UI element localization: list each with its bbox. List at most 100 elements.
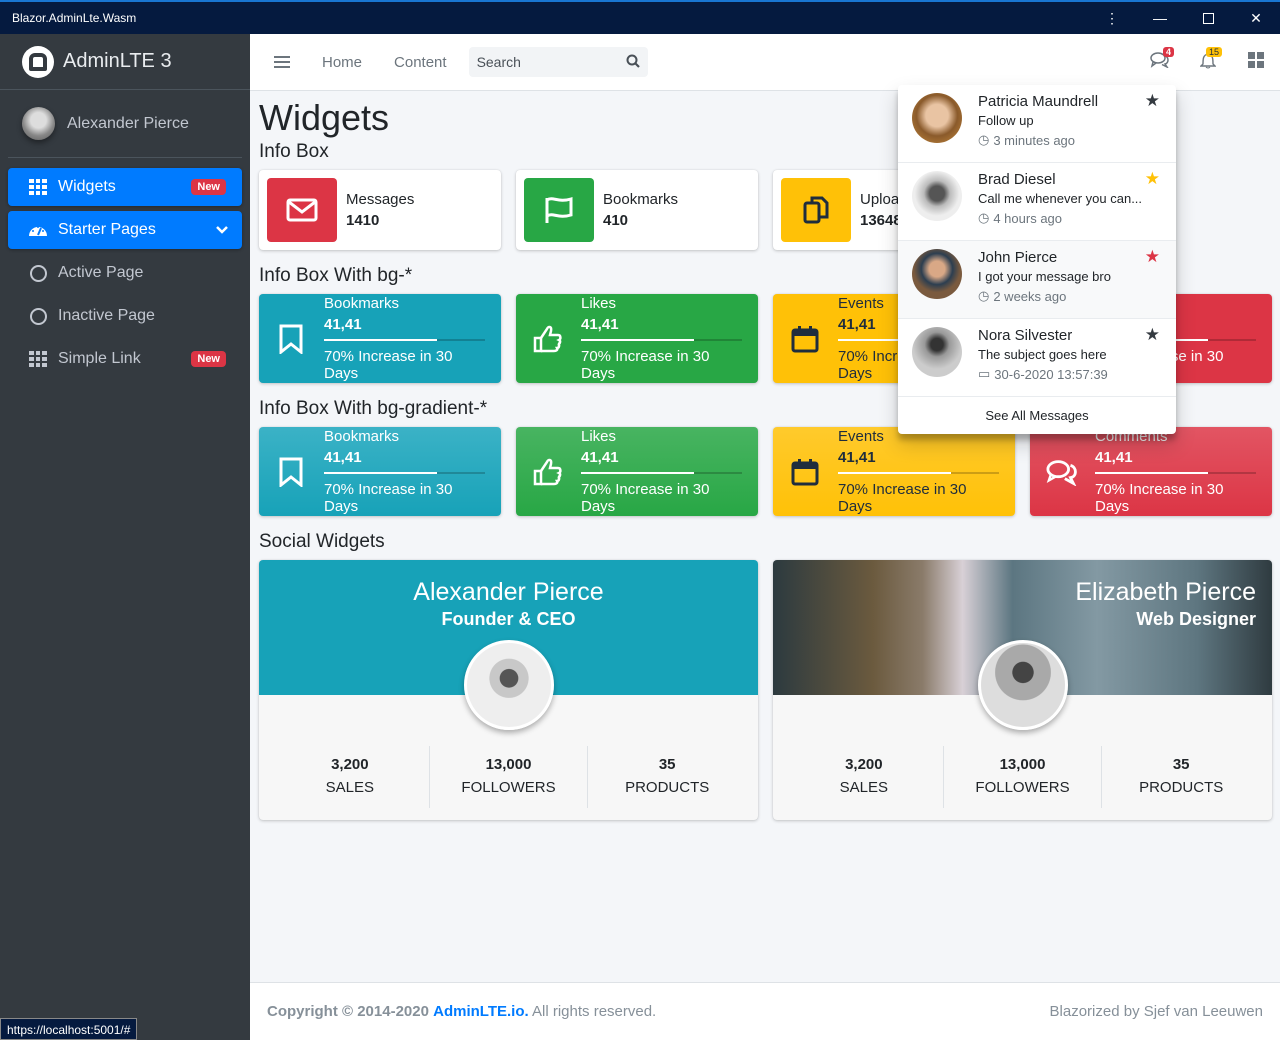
progress-description: 70% Increase in 30 Days — [581, 348, 710, 382]
comments-icon — [1046, 458, 1078, 486]
progress-bar — [324, 339, 485, 341]
progress-bar — [838, 472, 999, 474]
user-panel[interactable]: Alexander Pierce — [8, 90, 242, 158]
progress-bar — [581, 472, 742, 474]
top-navbar: Home Content Search 4 15 — [250, 34, 1280, 91]
progress-description: 70% Increase in 30 Days — [1095, 481, 1224, 515]
sidebar-item-label: Inactive Page — [58, 307, 155, 324]
brand-text: AdminLTE 3 — [63, 50, 172, 72]
chevron-down-icon — [216, 223, 228, 237]
info-box-messages: Messages 1410 — [259, 170, 501, 250]
circle-icon — [28, 307, 48, 325]
star-icon: ★ — [1144, 91, 1160, 110]
message-item[interactable]: Nora Silvester The subject goes here ▭ 30… — [898, 319, 1176, 397]
see-all-messages-link[interactable]: See All Messages — [898, 397, 1176, 434]
stat-sales: 3,200 SALES — [271, 746, 430, 808]
stat-label: PRODUCTS — [1139, 779, 1224, 796]
progress-bar — [1095, 472, 1256, 474]
message-avatar — [912, 327, 962, 377]
widget-user-name: Alexander Pierce — [413, 578, 604, 606]
message-item[interactable]: Brad Diesel Call me whenever you can... … — [898, 163, 1176, 241]
calendar-icon — [789, 458, 821, 486]
nav-link-home[interactable]: Home — [322, 54, 362, 71]
bg-box-likes: Likes 41,41 70% Increase in 30 Days — [516, 294, 758, 383]
sidebar-item-inactive-page[interactable]: Inactive Page — [8, 297, 242, 335]
stat-value: 35 — [1172, 756, 1190, 773]
progress-description: 70% Increase in 30 Days — [838, 481, 967, 515]
gradient-box-likes: Likes 41,41 70% Increase in 30 Days — [516, 427, 758, 516]
message-time: ◷ 4 hours ago — [978, 210, 1063, 226]
sidebar-item-widgets[interactable]: Widgets New — [8, 168, 242, 206]
minimize-icon: — — [1153, 10, 1167, 26]
search-icon[interactable] — [626, 54, 640, 71]
adminlte-link[interactable]: AdminLTE.io. — [433, 1003, 529, 1020]
search-input[interactable]: Search — [468, 47, 648, 77]
clock-icon: ◷ — [978, 210, 990, 225]
section-title-social: Social Widgets — [259, 531, 385, 552]
social-widget-alexander: Alexander Pierce Founder & CEO 3,200 SALE… — [259, 560, 758, 820]
clock-icon: ◷ — [978, 288, 990, 303]
th-large-icon — [1248, 51, 1264, 73]
info-box-number: 41,41 — [838, 449, 876, 466]
stat-followers: 13,000 FOLLOWERS — [944, 746, 1103, 808]
more-options-button[interactable]: ⋮ — [1088, 2, 1136, 34]
close-button[interactable]: ✕ — [1232, 2, 1280, 34]
message-text: The subject goes here — [978, 347, 1107, 362]
sidebar: AdminLTE 3 Alexander Pierce Widgets New … — [0, 34, 250, 1040]
bg-box-bookmarks: Bookmarks 41,41 70% Increase in 30 Days — [259, 294, 501, 383]
widget-user-name: Elizabeth Pierce — [1075, 578, 1256, 606]
info-box-text: Likes — [581, 295, 617, 312]
footer: Copyright © 2014-2020 AdminLTE.io. All r… — [250, 982, 1280, 1040]
message-sender: Brad Diesel — [978, 171, 1056, 188]
nav-link-content[interactable]: Content — [394, 54, 447, 71]
info-box-text: Bookmarks — [324, 295, 400, 312]
stat-label: FOLLOWERS — [975, 779, 1070, 796]
th-grid-icon — [28, 179, 48, 195]
user-name: Alexander Pierce — [67, 114, 189, 132]
star-icon: ★ — [1144, 247, 1160, 266]
minimize-button[interactable]: — — [1136, 2, 1184, 34]
message-item[interactable]: Patricia Maundrell Follow up ◷ 3 minutes … — [898, 85, 1176, 163]
message-avatar — [912, 171, 962, 221]
stat-value: 35 — [658, 756, 676, 773]
brand-link[interactable]: AdminLTE 3 — [0, 34, 250, 90]
progress-description: 70% Increase in 30 Days — [324, 481, 453, 515]
status-url: https://localhost:5001/# — [0, 1018, 138, 1040]
info-box-number: 41,41 — [1095, 449, 1133, 466]
apps-button[interactable] — [1232, 42, 1280, 82]
message-time: ◷ 2 weeks ago — [978, 288, 1067, 304]
sidebar-item-active-page[interactable]: Active Page — [8, 254, 242, 292]
stat-label: PRODUCTS — [625, 779, 710, 796]
info-box-number: 41,41 — [324, 316, 362, 333]
stat-value: 13,000 — [485, 756, 532, 773]
sidebar-nav: Widgets New Starter Pages Active Page In… — [0, 158, 250, 393]
stat-label: SALES — [325, 779, 375, 796]
stat-products: 35 PRODUCTS — [1102, 746, 1260, 808]
new-badge: New — [191, 351, 226, 367]
brand-logo-icon — [22, 45, 54, 78]
copyright: Copyright © 2014-2020 AdminLTE.io. All r… — [267, 1003, 656, 1020]
message-item[interactable]: John Pierce I got your message bro ◷ 2 we… — [898, 241, 1176, 319]
message-text: I got your message bro — [978, 269, 1111, 284]
circle-icon — [28, 264, 48, 282]
rights-text: All rights reserved. — [532, 1003, 657, 1020]
maximize-icon — [1202, 12, 1214, 24]
hamburger-menu-icon[interactable] — [274, 56, 290, 68]
widget-user-avatar — [977, 640, 1068, 730]
message-sender: Patricia Maundrell — [978, 93, 1099, 110]
messages-badge: 4 — [1162, 47, 1174, 57]
stat-value: 3,200 — [845, 756, 883, 773]
stat-label: FOLLOWERS — [461, 779, 556, 796]
notifications-button[interactable]: 15 — [1184, 42, 1232, 82]
sidebar-item-simple-link[interactable]: Simple Link New — [8, 340, 242, 378]
maximize-button[interactable] — [1184, 2, 1232, 34]
info-box-bookmarks: Bookmarks 410 — [516, 170, 758, 250]
bookmark-icon — [275, 457, 307, 487]
kebab-icon: ⋮ — [1105, 9, 1119, 26]
thumbs-up-icon — [532, 457, 564, 487]
gradient-box-events: Events 41,41 70% Increase in 30 Days — [773, 427, 1015, 516]
message-text: Call me whenever you can... — [978, 191, 1143, 206]
window-titlebar: Blazor.AdminLte.Wasm ⋮ — ✕ — [0, 0, 1280, 34]
sidebar-item-starter-pages[interactable]: Starter Pages — [8, 211, 242, 249]
messages-button[interactable]: 4 — [1136, 42, 1184, 82]
